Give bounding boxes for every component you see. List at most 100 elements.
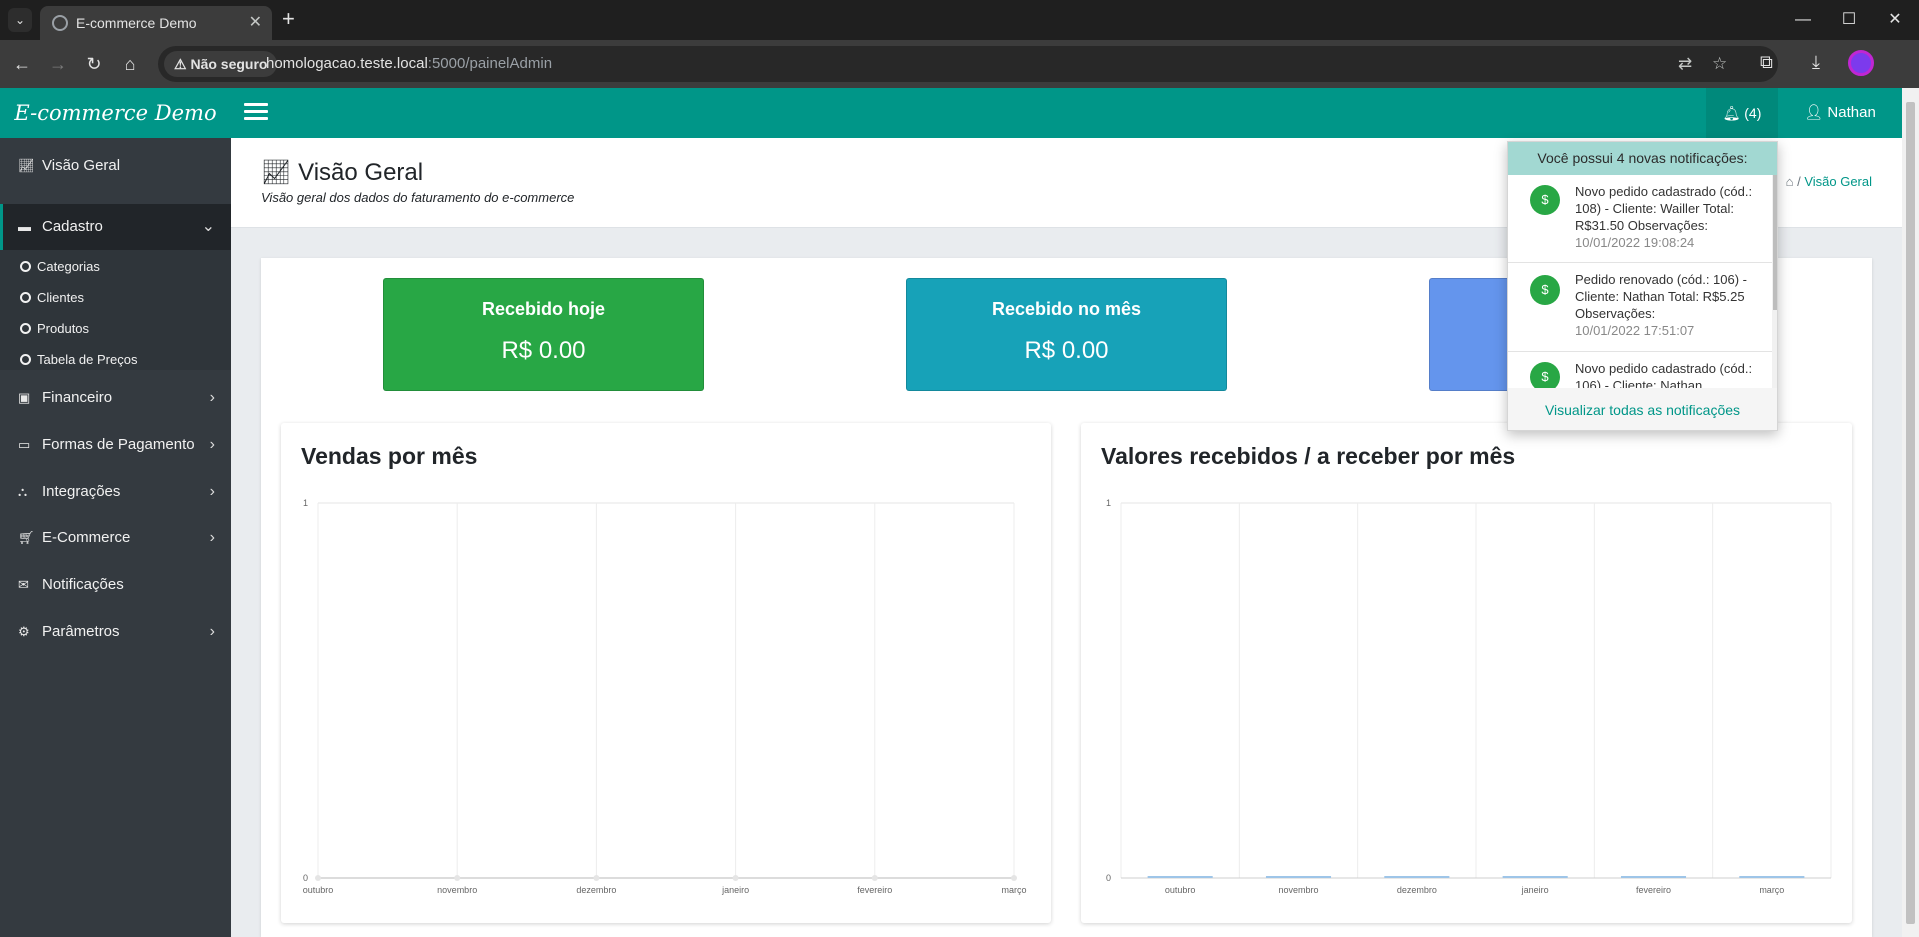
circle-icon	[20, 354, 31, 365]
sidebar-item-cadastro[interactable]: ▬ Cadastro ⌄	[0, 204, 231, 250]
browser-toolbar: ← → ↻ ⌂ ⚠ Não seguro homologacao.teste.l…	[0, 40, 1919, 88]
tab-search-button[interactable]: ⌄	[8, 8, 32, 32]
sidebar-item-integracoes[interactable]: ⛬ Integrações ›	[0, 469, 231, 515]
menu-toggle-icon[interactable]	[244, 99, 268, 123]
brand-logo[interactable]: E-commerce Demo	[0, 88, 231, 138]
chevron-right-icon: ›	[209, 389, 215, 406]
bar	[1384, 876, 1450, 878]
sidebar-item-visao-geral[interactable]: 📈︎ Visão Geral	[0, 143, 231, 189]
user-menu-button[interactable]: 👤︎ Nathan	[1778, 88, 1902, 138]
x-tick-label: dezembro	[1397, 885, 1437, 895]
user-icon: 👤︎	[1804, 104, 1824, 121]
x-tick-label: março	[1001, 885, 1026, 895]
archive-icon: ▬	[18, 219, 31, 234]
close-window-button[interactable]: ✕	[1872, 6, 1918, 34]
x-tick-label: outubro	[303, 885, 334, 895]
forward-button[interactable]: →	[44, 50, 72, 78]
sitemap-icon: ⛬	[18, 484, 28, 499]
chart-line-icon: 📈︎	[18, 158, 35, 173]
data-point	[1011, 875, 1017, 881]
home-icon[interactable]: ⌂	[1786, 174, 1794, 189]
notification-text: Novo pedido cadastrado (cód.: 106) - Cli…	[1575, 361, 1753, 388]
gears-icon: ⚙	[18, 624, 30, 639]
submenu-item-clientes[interactable]: Clientes	[20, 290, 84, 305]
bar	[1739, 876, 1805, 878]
money-icon: $	[1530, 185, 1560, 215]
scrollbar-thumb[interactable]	[1906, 102, 1915, 924]
notifications-button[interactable]: 🔔︎ (4)	[1706, 88, 1778, 138]
view-all-notifications-link[interactable]: Visualizar todas as notificações	[1508, 388, 1777, 430]
scrollbar-thumb[interactable]	[1773, 175, 1777, 310]
browser-tab[interactable]: E-commerce Demo ✕	[40, 6, 272, 40]
submenu-item-tabela-de-precos[interactable]: Tabela de Preços	[20, 352, 137, 367]
submenu-item-produtos[interactable]: Produtos	[20, 321, 89, 336]
notification-text: Novo pedido cadastrado (cód.: 108) - Cli…	[1575, 184, 1753, 233]
cart-icon: 🛒︎	[18, 530, 35, 545]
bar	[1502, 876, 1568, 878]
bar	[1147, 876, 1213, 878]
data-point	[315, 875, 321, 881]
chevron-right-icon: ›	[209, 623, 215, 640]
circle-icon	[20, 323, 31, 334]
breadcrumb: ⌂ / Visão Geral	[1785, 174, 1872, 189]
stat-label: Recebido no mês	[991, 299, 1142, 319]
app-header: E-commerce Demo 🔔︎ (4) 👤︎ Nathan	[0, 88, 1902, 138]
stat-label: Recebido hoje	[481, 299, 606, 319]
bell-icon: 🔔︎	[1722, 105, 1741, 121]
tab-strip: ⌄ E-commerce Demo ✕ + — ☐ ✕	[0, 0, 1919, 40]
y-tick-label: 0	[303, 873, 308, 883]
download-icon[interactable]: ⤓	[1812, 52, 1820, 73]
x-tick-label: janeiro	[1521, 885, 1549, 895]
maximize-button[interactable]: ☐	[1826, 6, 1872, 34]
notification-item[interactable]: $ Novo pedido cadastrado (cód.: 108) - C…	[1508, 175, 1772, 263]
bookmark-star-icon[interactable]: ☆	[1712, 54, 1727, 74]
page-title: 📈︎ Visão Geral	[261, 159, 424, 186]
sidebar-item-formas-de-pagamento[interactable]: ▭ Formas de Pagamento ›	[0, 422, 231, 468]
x-tick-label: fevereiro	[1636, 885, 1671, 895]
y-tick-label: 1	[1106, 498, 1111, 508]
notification-item[interactable]: $ Novo pedido cadastrado (cód.: 106) - C…	[1508, 352, 1772, 388]
x-tick-label: março	[1759, 885, 1784, 895]
sidebar-item-parametros[interactable]: ⚙ Parâmetros ›	[0, 609, 231, 655]
submenu-item-categorias[interactable]: Categorias	[20, 259, 100, 274]
x-tick-label: novembro	[1278, 885, 1318, 895]
page-subtitle: Visão geral dos dados do faturamento do …	[261, 190, 575, 205]
sidebar-item-e-commerce[interactable]: 🛒︎ E-Commerce ›	[0, 515, 231, 561]
envelope-icon: ✉	[18, 577, 29, 592]
translate-icon[interactable]: ⇄	[1678, 54, 1692, 74]
chart-card-vendas: Vendas por mês 0 1 outubro novembro dezembro…	[281, 423, 1051, 923]
notifications-scrollbar[interactable]	[1772, 175, 1777, 388]
notifications-list[interactable]: $ Novo pedido cadastrado (cód.: 108) - C…	[1508, 175, 1777, 388]
page-scrollbar[interactable]	[1902, 88, 1919, 937]
sidebar-item-notificacoes[interactable]: ✉ Notificações	[0, 562, 231, 608]
money-icon: $	[1530, 275, 1560, 305]
bar	[1620, 876, 1687, 878]
sidebar-item-financeiro[interactable]: ▣ Financeiro ›	[0, 375, 231, 421]
minimize-button[interactable]: —	[1780, 6, 1826, 34]
notifications-dropdown: Você possui 4 novas notificações: $ Novo…	[1507, 141, 1778, 431]
user-name: Nathan	[1827, 104, 1876, 121]
profile-avatar[interactable]	[1848, 50, 1874, 76]
home-button[interactable]: ⌂	[116, 50, 144, 78]
address-bar[interactable]: ⚠ Não seguro homologacao.teste.local:500…	[158, 46, 1778, 82]
credit-card-icon: ▭	[18, 437, 31, 452]
y-tick-label: 0	[1106, 873, 1111, 883]
globe-icon	[52, 15, 68, 31]
security-chip[interactable]: ⚠ Não seguro	[164, 51, 278, 77]
sidebar: 📈︎ Visão Geral ▬ Cadastro ⌄ Categorias Cli…	[0, 138, 231, 937]
reload-button[interactable]: ↻	[80, 50, 108, 78]
new-tab-button[interactable]: +	[282, 8, 295, 30]
notification-time: 10/01/2022 19:08:24	[1575, 235, 1695, 250]
valores-chart: 0 1 outubro novembro dezembro janeiro fevereir…	[1106, 498, 1832, 895]
url-text[interactable]: homologacao.teste.local:5000/painelAdmin	[266, 55, 552, 72]
data-point	[454, 875, 461, 881]
circle-icon	[20, 292, 31, 303]
tab-title: E-commerce Demo	[76, 15, 197, 31]
cadastro-submenu: Categorias Clientes Produtos Tabela de P…	[0, 250, 231, 370]
close-tab-icon[interactable]: ✕	[249, 12, 262, 32]
notification-item[interactable]: $ Pedido renovado (cód.: 106) - Cliente:…	[1508, 263, 1772, 352]
breadcrumb-current: Visão Geral	[1804, 174, 1872, 189]
extensions-icon[interactable]: ⧉	[1760, 52, 1773, 73]
back-button[interactable]: ←	[8, 50, 36, 78]
circle-icon	[20, 261, 31, 272]
